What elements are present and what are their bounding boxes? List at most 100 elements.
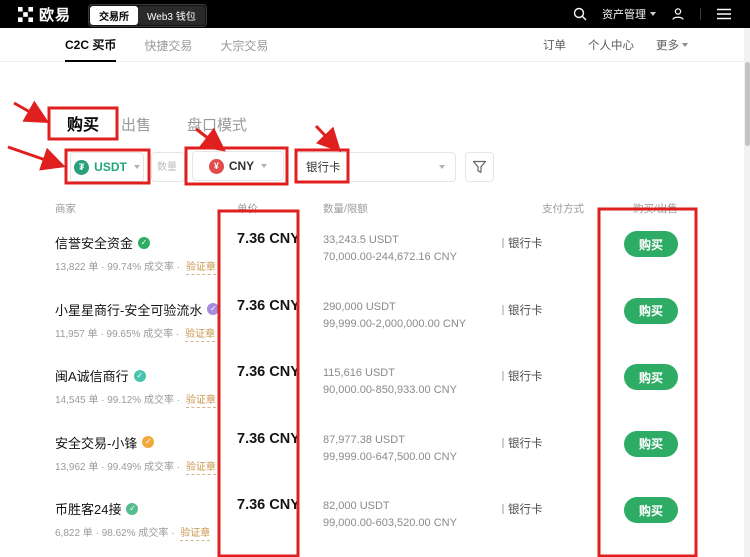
- more-menu[interactable]: 更多: [656, 37, 688, 53]
- web3-wallet-tab-button[interactable]: Web3 钱包: [138, 6, 205, 25]
- payment-color-bar: [502, 304, 504, 315]
- tab-block-trade[interactable]: 大宗交易: [220, 28, 268, 62]
- exchange-tab-button[interactable]: 交易所: [90, 6, 138, 25]
- header-buy-sell: 购买/出售: [633, 203, 678, 215]
- nav-right: 订单 个人中心 更多: [543, 28, 688, 62]
- tab-buy[interactable]: 购买: [67, 111, 99, 135]
- available-amount: 115,616 USDT: [323, 367, 395, 379]
- fiat-select[interactable]: ¥ CNY: [192, 151, 284, 181]
- header-merchant: 商家: [55, 203, 76, 215]
- payment-method-cell: 银行卡: [502, 235, 543, 251]
- chevron-down-icon: [261, 164, 268, 168]
- header-quantity-limit: 数量/限额: [323, 203, 368, 215]
- product-switcher: 交易所 Web3 钱包: [88, 4, 207, 27]
- merchant-name[interactable]: 闽A诚信商行: [55, 366, 129, 385]
- payment-method-name: 银行卡: [508, 304, 543, 317]
- table-row: 小星星商行-安全可验流水 ✓ 11,957 单 · 99.65% 成交率 · 验…: [0, 291, 750, 358]
- crypto-select[interactable]: ₮ USDT: [70, 152, 144, 182]
- secondary-nav: C2C 买币 快捷交易 大宗交易 订单 个人中心 更多: [0, 28, 750, 62]
- buy-button[interactable]: 购买: [624, 231, 678, 257]
- cny-icon: ¥: [208, 158, 224, 174]
- fiat-select-value: CNY: [228, 159, 255, 173]
- usdt-icon: ₮: [74, 159, 90, 175]
- buy-button[interactable]: 购买: [624, 497, 678, 523]
- unit-price: 7.36 CNY: [237, 297, 300, 314]
- verify-badge[interactable]: 验证章: [185, 461, 216, 475]
- payment-method-cell: 银行卡: [502, 435, 543, 451]
- okx-logo-icon: [18, 6, 33, 22]
- unit-price: 7.36 CNY: [237, 364, 300, 380]
- payment-method-cell: 银行卡: [502, 368, 543, 384]
- chevron-down-icon: [439, 165, 445, 169]
- annotation-arrow-bankcard: [314, 124, 342, 153]
- topbar: 欧易 交易所 Web3 钱包 资产管理: [0, 0, 750, 28]
- payment-method-name: 银行卡: [508, 371, 543, 383]
- payment-color-bar: [502, 437, 504, 448]
- tab-sell[interactable]: 出售: [121, 114, 151, 135]
- tab-express-trade[interactable]: 快捷交易: [144, 28, 192, 62]
- offer-list: 信誉安全资金 ✓ 13,822 单 · 99.74% 成交率 · 验证章 7.3…: [0, 224, 750, 557]
- tab-orderbook-mode[interactable]: 盘口模式: [187, 114, 247, 135]
- merchant-name[interactable]: 信誉安全资金: [55, 233, 133, 252]
- payment-method-cell: 银行卡: [502, 302, 543, 318]
- menu-icon[interactable]: [716, 8, 732, 20]
- search-icon[interactable]: [573, 7, 587, 21]
- merchant-name[interactable]: 安全交易-小锋: [55, 433, 137, 452]
- buy-button[interactable]: 购买: [624, 364, 678, 390]
- payment-method-value: 银行卡: [306, 162, 341, 174]
- chevron-down-icon: [682, 43, 688, 47]
- merchant-stats: 11,957 单 · 99.65% 成交率 ·: [55, 328, 180, 340]
- scrollbar-track[interactable]: [744, 28, 750, 557]
- filter-button[interactable]: [465, 152, 494, 182]
- unit-price: 7.36 CNY: [237, 430, 300, 447]
- verify-badge[interactable]: 验证章: [180, 528, 211, 541]
- assets-menu[interactable]: 资产管理: [602, 6, 656, 22]
- chevron-down-icon: [133, 165, 140, 169]
- payment-color-bar: [502, 238, 504, 248]
- buy-button[interactable]: 购买: [624, 297, 678, 324]
- available-amount: 87,977.38 USDT: [323, 433, 405, 446]
- buy-button[interactable]: 购买: [624, 430, 678, 457]
- merchant-stats: 6,822 单 · 98.62% 成交率 ·: [55, 528, 175, 539]
- header-price: 单价: [237, 203, 258, 215]
- unit-price: 7.36 CNY: [237, 231, 300, 247]
- verify-badge[interactable]: 验证章: [185, 262, 216, 275]
- amount-input-wrap: [151, 152, 185, 182]
- payment-method-name: 银行卡: [508, 437, 543, 450]
- merchant-stats: 14,545 单 · 99.12% 成交率 ·: [55, 395, 181, 406]
- unit-price: 7.36 CNY: [237, 497, 300, 513]
- available-amount: 290,000 USDT: [323, 300, 396, 313]
- payment-color-bar: [502, 504, 504, 514]
- verify-badge[interactable]: 验证章: [185, 395, 216, 408]
- order-limit: 90,000.00-850,933.00 CNY: [323, 384, 457, 396]
- merchant-stats: 13,962 单 · 99.49% 成交率 ·: [55, 461, 181, 473]
- verify-badge[interactable]: 验证章: [185, 328, 216, 342]
- merchant-name[interactable]: 币胜客24接: [55, 499, 121, 518]
- amount-input[interactable]: [152, 153, 184, 181]
- payment-method-select[interactable]: 银行卡: [295, 152, 456, 182]
- available-amount: 82,000 USDT: [323, 500, 390, 512]
- table-row: 信誉安全资金 ✓ 13,822 单 · 99.74% 成交率 · 验证章 7.3…: [0, 224, 750, 291]
- merchant-verified-icon: ✓: [138, 236, 151, 249]
- order-limit: 99,999.00-647,500.00 CNY: [323, 450, 457, 463]
- annotation-arrow-buy-tab: [13, 100, 50, 123]
- payment-method-name: 银行卡: [508, 238, 543, 250]
- merchant-stats: 13,822 单 · 99.74% 成交率 ·: [55, 262, 181, 273]
- orders-link[interactable]: 订单: [543, 37, 566, 53]
- table-row: 闽A诚信商行 ✓ 14,545 单 · 99.12% 成交率 · 验证章 7.3…: [0, 357, 750, 424]
- scrollbar-thumb[interactable]: [744, 62, 750, 146]
- tab-c2c-buy[interactable]: C2C 买币: [65, 28, 117, 62]
- profile-center-link[interactable]: 个人中心: [588, 37, 634, 53]
- merchant-verified-icon: ✓: [207, 303, 220, 315]
- topbar-divider: [190, 8, 191, 20]
- merchant-verified-icon: ✓: [126, 502, 139, 515]
- okx-logo[interactable]: 欧易: [18, 0, 71, 28]
- nav-tabs: C2C 买币 快捷交易 大宗交易: [65, 28, 268, 62]
- merchant-name[interactable]: 小星星商行-安全可验流水: [55, 300, 202, 319]
- profile-icon[interactable]: [671, 7, 685, 21]
- merchant-verified-icon: ✓: [133, 369, 146, 382]
- annotation-arrow-usdt: [7, 145, 66, 171]
- order-limit: 70,000.00-244,672.16 CNY: [323, 251, 457, 263]
- crypto-select-value: USDT: [94, 160, 127, 174]
- trade-mode-tabs: 购买 出售 盘口模式: [67, 111, 247, 135]
